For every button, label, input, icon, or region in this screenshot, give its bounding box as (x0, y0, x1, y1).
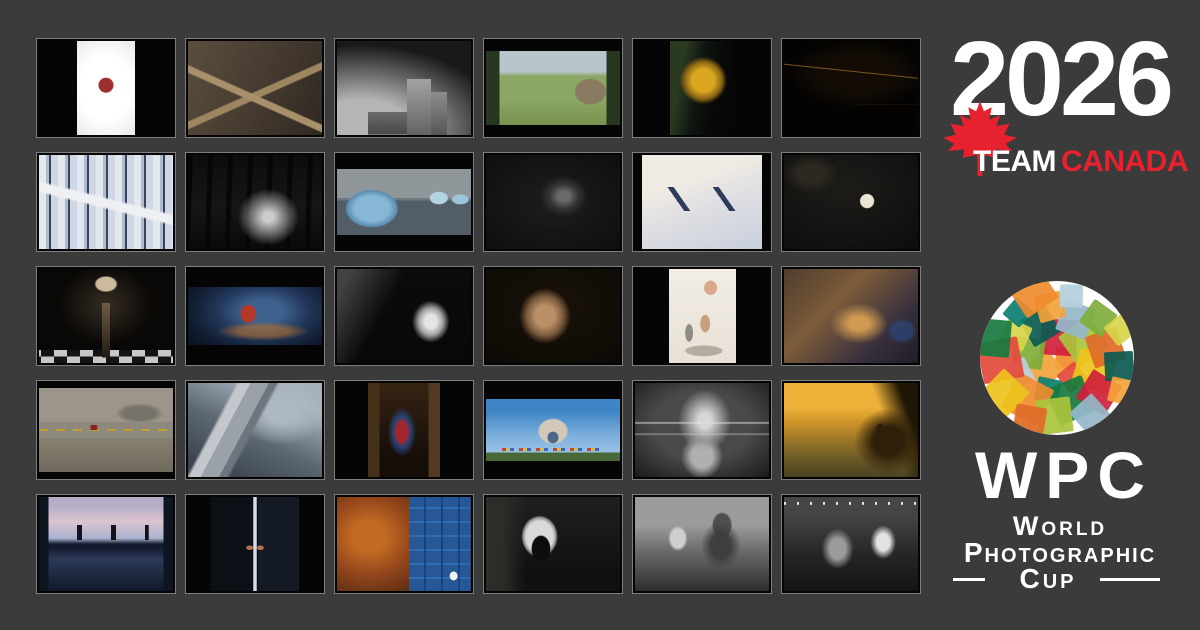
photo-mountain-goat (784, 155, 918, 249)
globe-mosaic-square (1012, 404, 1047, 438)
photo-bw-boxers (635, 383, 769, 477)
photo-grid (36, 38, 921, 594)
photo-golden-mushrooms-cell (632, 38, 772, 138)
photo-arc-de-triomphe (486, 399, 620, 461)
photo-product-powder (77, 41, 136, 135)
photo-bw-forest-path-cell (185, 152, 325, 252)
photo-light-painting-curves (784, 41, 918, 135)
photo-icebergs-cell (334, 152, 474, 252)
globe-mosaic-square (1104, 351, 1134, 381)
photo-nude-under-arches (669, 269, 736, 363)
photo-icebergs (337, 169, 471, 235)
photo-surfer-golden-wave (784, 383, 918, 477)
photo-flooded-road-aerial (39, 388, 173, 473)
photo-bw-dance-party-cell (781, 494, 921, 594)
photo-bw-veiled-dancer (337, 269, 471, 363)
photo-door-light-gap-cell (185, 494, 325, 594)
country-label: CANADA (1061, 145, 1188, 178)
team-label: TEAM (973, 145, 1056, 178)
photo-product-powder-cell (36, 38, 176, 138)
photo-arc-de-triomphe-cell (483, 380, 623, 480)
photo-hooded-elder (486, 269, 620, 363)
photo-fighter-jet (188, 383, 322, 477)
photo-nude-under-arches-cell (632, 266, 772, 366)
cup-rule-left (953, 578, 985, 581)
photo-aerial-mine-road (188, 41, 322, 135)
photo-primate-foliage (486, 155, 620, 249)
photo-bw-boxers-cell (632, 380, 772, 480)
photo-mannequin-column-cell (36, 266, 176, 366)
photo-woman-in-doorway-cell (334, 380, 474, 480)
globe-mosaic-square (977, 318, 1012, 358)
photo-abstract-earth-texture (784, 269, 918, 363)
photo-bw-window-reader (486, 497, 620, 591)
photo-aerial-mine-road-cell (185, 38, 325, 138)
photo-abstract-earth-texture-cell (781, 266, 921, 366)
photo-bw-wedding-embrace-cell (632, 494, 772, 594)
photo-surreal-red-figure (188, 287, 322, 345)
photo-bw-wedding-embrace (635, 497, 769, 591)
promo-canvas: 2026 TEAMCANADA WPC World Photographic C… (0, 0, 1200, 630)
photo-bw-grain-elevator-cell (334, 38, 474, 138)
photo-winter-birch-abstract (39, 155, 173, 249)
photo-glacier-trek (642, 155, 763, 249)
photo-flooded-road-aerial-cell (36, 380, 176, 480)
photo-bw-grain-elevator (337, 41, 471, 135)
photo-golden-mushrooms (670, 41, 734, 135)
photo-primate-foliage-cell (483, 152, 623, 252)
wordmark-line-world: World (940, 513, 1180, 540)
photo-hooded-elder-cell (483, 266, 623, 366)
photo-surreal-red-figure-cell (185, 266, 325, 366)
team-country-label: TEAMCANADA (973, 147, 1188, 177)
photo-mountain-goat-cell (781, 152, 921, 252)
photo-surfer-golden-wave-cell (781, 380, 921, 480)
photo-fighter-jet-cell (185, 380, 325, 480)
photo-couple-blue-facade (337, 497, 471, 591)
wpc-acronym: WPC (940, 442, 1180, 508)
photo-bw-forest-path (188, 155, 322, 249)
cup-rule-right (1100, 578, 1160, 581)
photo-bw-window-reader-cell (483, 494, 623, 594)
photo-bw-veiled-dancer-cell (334, 266, 474, 366)
globe-mosaic-square (1060, 284, 1083, 307)
photo-elephant-orchard-composite-cell (483, 38, 623, 138)
photo-glacier-trek-cell (632, 152, 772, 252)
photo-light-painting-curves-cell (781, 38, 921, 138)
photo-woman-in-doorway (368, 383, 440, 477)
photo-elephant-orchard-composite (486, 51, 620, 124)
photo-wedding-silhouette-reflection (39, 497, 173, 591)
photo-mannequin-column (39, 269, 173, 363)
wpc-globe-logo (977, 278, 1137, 438)
photo-wedding-silhouette-reflection-cell (36, 494, 176, 594)
photo-couple-blue-facade-cell (334, 494, 474, 594)
photo-bw-dance-party (784, 497, 918, 591)
photo-winter-birch-abstract-cell (36, 152, 176, 252)
photo-door-light-gap (211, 497, 299, 591)
